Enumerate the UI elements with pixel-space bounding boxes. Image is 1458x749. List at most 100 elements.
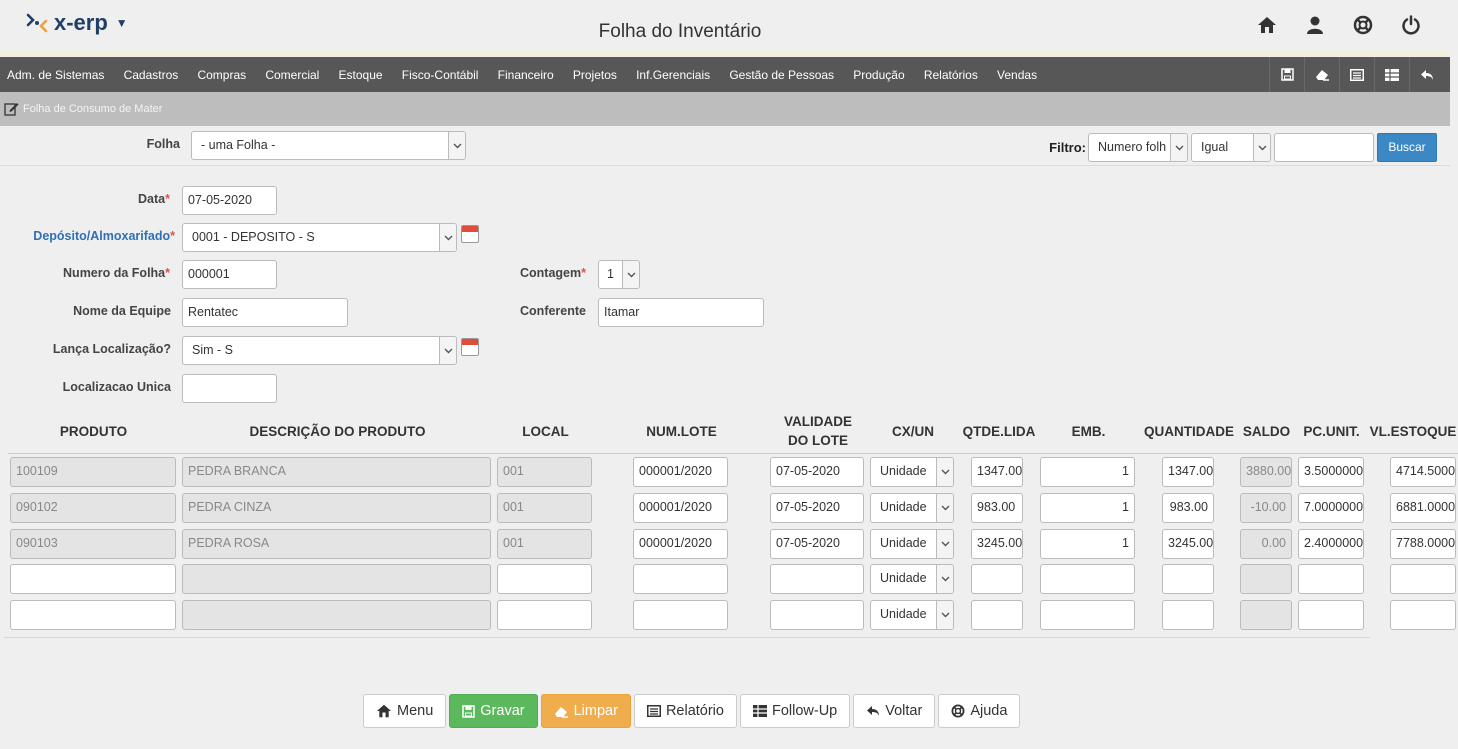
menu-item-cadastros[interactable]: Cadastros [114, 68, 188, 82]
cell-local[interactable] [497, 564, 592, 594]
cell-validade[interactable] [770, 564, 864, 594]
menu-item-relatorios[interactable]: Relatórios [914, 68, 987, 82]
buscar-button[interactable]: Buscar [1377, 133, 1437, 162]
cell-quantidade[interactable]: 983.00 [1162, 493, 1214, 523]
eraser-icon[interactable] [1304, 57, 1339, 92]
cell-qtde-lida[interactable]: 983.00 [971, 493, 1023, 523]
menu-button[interactable]: Menu [363, 694, 447, 728]
chevron-down-icon [622, 261, 639, 288]
conferente-input[interactable]: Itamar [598, 298, 764, 327]
cell-pc-unit[interactable] [1298, 564, 1364, 594]
menu-item-fisco-contabil[interactable]: Fisco-Contábil [392, 68, 488, 82]
cell-produto[interactable] [10, 600, 176, 630]
deposito-select[interactable]: 0001 - DEPOSITO - S [182, 223, 457, 252]
menu-item-projetos[interactable]: Projetos [563, 68, 626, 82]
reply-icon[interactable] [1409, 57, 1444, 92]
cell-validade[interactable]: 07-05-2020 [770, 457, 864, 487]
cell-pc-unit[interactable] [1298, 600, 1364, 630]
cell-qtde-lida[interactable] [971, 564, 1023, 594]
cell-vl-estoque[interactable] [1390, 600, 1456, 630]
menu-item-adm-sistemas[interactable]: Adm. de Sistemas [0, 68, 114, 82]
list-alt-icon[interactable] [1339, 57, 1374, 92]
menu-item-inf-gerenciais[interactable]: Inf.Gerenciais [627, 68, 720, 82]
cell-produto: 090102 [10, 493, 176, 523]
cell-pc-unit[interactable]: 3.5000000 [1298, 457, 1364, 487]
cell-emb[interactable]: 1 [1040, 457, 1135, 487]
cell-emb[interactable]: 1 [1040, 493, 1135, 523]
menu-item-financeiro[interactable]: Financeiro [488, 68, 563, 82]
home-icon[interactable] [1254, 12, 1280, 38]
breadcrumb[interactable]: Folha de Consumo de Mater [4, 101, 162, 116]
menu-item-estoque[interactable]: Estoque [329, 68, 392, 82]
cell-cx-un[interactable]: Unidade [870, 564, 954, 594]
home-icon [377, 704, 391, 718]
user-icon[interactable] [1302, 12, 1328, 38]
cell-cx-un[interactable]: Unidade [870, 493, 954, 523]
cell-descricao: PEDRA CINZA [182, 493, 491, 523]
menu-item-vendas[interactable]: Vendas [987, 68, 1046, 82]
cell-emb[interactable]: 1 [1040, 529, 1135, 559]
menu-item-producao[interactable]: Produção [844, 68, 915, 82]
cell-num-lote[interactable]: 000001/2020 [633, 493, 728, 523]
voltar-button[interactable]: Voltar [853, 694, 936, 728]
filtro-operator-select[interactable]: Igual [1191, 133, 1271, 162]
save-icon[interactable] [1269, 57, 1304, 92]
cell-vl-estoque[interactable]: 7788.0000 [1390, 529, 1456, 559]
cell-validade[interactable]: 07-05-2020 [770, 493, 864, 523]
deposito-label[interactable]: Depósito/Almoxarifado* [10, 229, 175, 243]
calendar-icon[interactable] [461, 338, 479, 356]
limpar-button[interactable]: Limpar [540, 694, 631, 728]
ajuda-button[interactable]: Ajuda [938, 694, 1021, 728]
cell-cx-un[interactable]: Unidade [870, 457, 954, 487]
cell-num-lote[interactable] [633, 564, 728, 594]
cell-local[interactable] [497, 600, 592, 630]
lanca-localizacao-select[interactable]: Sim - S [182, 336, 457, 365]
cell-qtde-lida[interactable]: 3245.00 [971, 529, 1023, 559]
numero-folha-input[interactable]: 000001 [182, 260, 277, 289]
menu-item-comercial[interactable]: Comercial [256, 68, 329, 82]
calendar-icon[interactable] [461, 225, 479, 243]
cell-qtde-lida[interactable] [971, 600, 1023, 630]
cell-validade[interactable] [770, 600, 864, 630]
cell-vl-estoque[interactable]: 6881.0000 [1390, 493, 1456, 523]
contagem-label: Contagem* [520, 266, 586, 280]
filtro-value-input[interactable] [1274, 133, 1374, 162]
cell-cx-un[interactable]: Unidade [870, 529, 954, 559]
localizacao-unica-label: Localizacao Unica [62, 380, 171, 394]
menu-item-gestao-pessoas[interactable]: Gestão de Pessoas [720, 68, 844, 82]
cell-vl-estoque[interactable] [1390, 564, 1456, 594]
folha-select[interactable]: - uma Folha - [191, 131, 466, 160]
cell-pc-unit[interactable]: 7.0000000 [1298, 493, 1364, 523]
nome-equipe-input[interactable]: Rentatec [182, 298, 348, 327]
cell-vl-estoque[interactable]: 4714.5000 [1390, 457, 1456, 487]
table-header-divider [8, 453, 1458, 454]
cell-num-lote[interactable]: 000001/2020 [633, 457, 728, 487]
menu-item-compras[interactable]: Compras [188, 68, 256, 82]
power-icon[interactable] [1398, 12, 1424, 38]
cell-qtde-lida[interactable]: 1347.00 [971, 457, 1023, 487]
contagem-select[interactable]: 1 [598, 260, 640, 289]
gravar-button[interactable]: Gravar [449, 694, 538, 728]
lifebuoy-icon[interactable] [1350, 12, 1376, 38]
cell-descricao: PEDRA BRANCA [182, 457, 491, 487]
cell-num-lote[interactable]: 000001/2020 [633, 529, 728, 559]
cell-quantidade[interactable]: 3245.00 [1162, 529, 1214, 559]
top-bar: x-erp ▼ Folha do Inventário [0, 0, 1458, 54]
cell-produto[interactable] [10, 564, 176, 594]
table-icon[interactable] [1374, 57, 1409, 92]
cell-cx-un[interactable]: Unidade [870, 600, 954, 630]
localizacao-unica-input[interactable] [182, 374, 277, 403]
cell-emb[interactable] [1040, 600, 1135, 630]
chevron-down-icon [1253, 134, 1270, 161]
data-input[interactable]: 07-05-2020 [182, 186, 277, 215]
filtro-field-select[interactable]: Numero folh [1088, 133, 1188, 162]
cell-quantidade[interactable] [1162, 564, 1214, 594]
follow-up-button[interactable]: Follow-Up [739, 694, 851, 728]
cell-emb[interactable] [1040, 564, 1135, 594]
cell-quantidade[interactable]: 1347.00 [1162, 457, 1214, 487]
cell-pc-unit[interactable]: 2.4000000 [1298, 529, 1364, 559]
relatorio-button[interactable]: Relatório [633, 694, 737, 728]
cell-quantidade[interactable] [1162, 600, 1214, 630]
cell-num-lote[interactable] [633, 600, 728, 630]
cell-validade[interactable]: 07-05-2020 [770, 529, 864, 559]
